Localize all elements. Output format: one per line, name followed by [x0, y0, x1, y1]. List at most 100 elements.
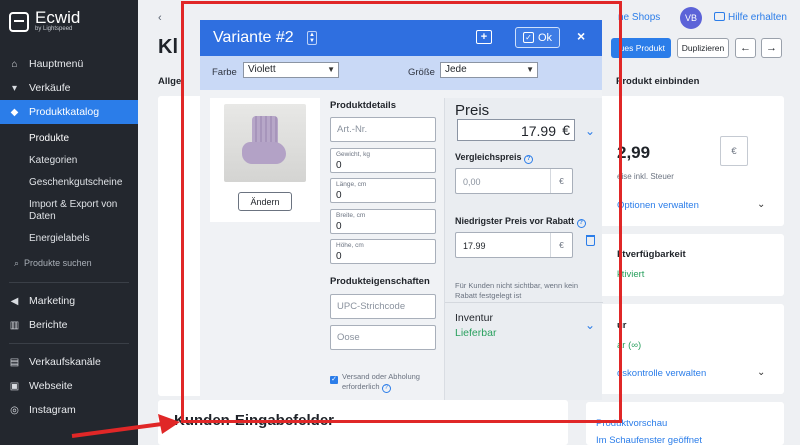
height-input[interactable]: Höhe, cm 0: [330, 239, 436, 264]
change-image-button[interactable]: Ändern: [238, 192, 292, 211]
chevron-down-icon[interactable]: ⌄: [757, 199, 765, 210]
subnav-item-kategorien[interactable]: Kategorien: [29, 150, 138, 172]
divider: [445, 302, 603, 303]
lowest-price-currency: €: [550, 233, 572, 257]
length-label: Länge, cm: [336, 181, 367, 188]
logo-name: Ecwid: [35, 8, 81, 27]
price-input[interactable]: 17.99 €: [457, 119, 575, 141]
sidebar-item-label: Marketing: [29, 295, 76, 307]
sidebar-item-berichte[interactable]: ▥ Berichte: [0, 313, 138, 337]
home-icon: ⌂: [11, 58, 18, 70]
duplicate-button[interactable]: Duplizieren: [677, 38, 729, 58]
cart-icon: ▾: [11, 82, 18, 94]
variant-stepper[interactable]: ▲ ▼: [307, 31, 317, 45]
chevron-down-icon[interactable]: ⌄: [757, 367, 765, 378]
check-icon: ✓: [522, 32, 534, 43]
close-icon[interactable]: ×: [577, 28, 585, 44]
height-label: Höhe, cm: [336, 242, 364, 249]
ecwid-logo[interactable]: Ecwid by Lightspeed: [9, 8, 81, 33]
price-title: Preis: [455, 102, 490, 119]
help-icon[interactable]: ?: [576, 219, 586, 228]
length-value: 0: [336, 190, 342, 201]
dialog-header: Variante #2 ▲ ▼ + ✓ Ok ×: [200, 20, 602, 56]
prev-product-button[interactable]: ←: [735, 38, 756, 58]
lowest-price-input[interactable]: 17.99 €: [455, 232, 573, 258]
help-link[interactable]: Hilfe erhalten: [714, 12, 787, 23]
tag-icon: ◆: [10, 106, 19, 118]
chevron-down-icon[interactable]: ⌄: [585, 318, 595, 332]
arrow-shaft: [71, 422, 163, 438]
length-input[interactable]: Länge, cm 0: [330, 178, 436, 203]
compare-price-input[interactable]: 0,00 €: [455, 168, 573, 194]
attribute-input[interactable]: Oose: [330, 325, 436, 350]
price-value: 17.99: [520, 123, 556, 139]
arrow-right-icon: →: [766, 42, 777, 54]
subnav-item-import-export[interactable]: Import & Export von Daten: [29, 194, 138, 228]
manage-options-link[interactable]: Optionen verwalten: [617, 200, 699, 211]
new-product-button[interactable]: ues Produkt: [611, 38, 671, 58]
product-preview-link[interactable]: Produktvorschau: [596, 418, 667, 429]
size-select-value: Jede: [445, 64, 467, 75]
color-select-value: Violett: [248, 64, 276, 75]
sidebar-item-marketing[interactable]: ◀ Marketing: [0, 289, 138, 313]
tab-embed-product[interactable]: Produkt einbinden: [616, 76, 699, 87]
price-summary: 2,99: [617, 143, 651, 162]
back-icon[interactable]: ‹: [158, 12, 162, 24]
ok-button[interactable]: ✓ Ok: [515, 27, 560, 48]
sidebar-item-hauptmenu[interactable]: ⌂ Hauptmenü: [0, 52, 138, 76]
height-value: 0: [336, 251, 342, 262]
price-panel: Preis 17.99 € ⌄ Vergleichspreis ? 0,00 €…: [444, 98, 603, 400]
sidebar-item-verkaufskanale[interactable]: ▤ Verkaufskanäle: [0, 350, 138, 374]
help-icon[interactable]: ?: [524, 155, 534, 164]
help-icon[interactable]: ?: [381, 384, 391, 393]
sku-input[interactable]: Art.-Nr.: [330, 117, 436, 142]
sidebar-item-produktkatalog[interactable]: ◆ Produktkatalog: [0, 100, 138, 124]
next-product-button[interactable]: →: [761, 38, 782, 58]
stock-control-link[interactable]: dskontrolle verwalten: [617, 368, 706, 379]
size-select[interactable]: Jede ▼: [440, 62, 538, 78]
shops-link[interactable]: ne Shops: [618, 12, 660, 23]
arrow-head: [158, 414, 180, 434]
subnav-item-geschenkgutscheine[interactable]: Geschenkgutscheine: [29, 172, 138, 194]
compare-price-currency: €: [550, 169, 572, 193]
avatar[interactable]: VB: [680, 7, 702, 29]
divider: [9, 282, 129, 283]
availability-value: ktiviert: [617, 269, 645, 280]
shipping-checkbox[interactable]: ✓: [330, 376, 338, 384]
logo-sub: by Lightspeed: [35, 26, 73, 32]
stock-value: ar (∞): [617, 340, 642, 351]
price-currency: €: [562, 122, 570, 138]
subnav-item-produkte[interactable]: Produkte: [29, 128, 138, 150]
tab-general[interactable]: Allge: [158, 76, 181, 87]
sidebar-item-label: Webseite: [29, 380, 73, 392]
chart-icon: ▥: [9, 319, 20, 331]
sidebar-item-verkaufe[interactable]: ▾ Verkäufe: [0, 76, 138, 100]
variant-dialog: Variante #2 ▲ ▼ + ✓ Ok × Farbe Violett ▼ Gr…: [200, 20, 603, 400]
width-input[interactable]: Breite, cm 0: [330, 209, 436, 234]
add-image-icon[interactable]: +: [476, 30, 492, 44]
product-image: [224, 104, 306, 182]
upc-placeholder: UPC-Strichcode: [337, 301, 406, 312]
chevron-down-icon[interactable]: ⌄: [585, 124, 595, 138]
chat-icon: [714, 12, 725, 21]
color-select[interactable]: Violett ▼: [243, 62, 339, 78]
stock-title: ur: [617, 320, 627, 331]
availability-card: [586, 234, 784, 296]
sidebar-item-webseite[interactable]: ▣ Webseite: [0, 374, 138, 398]
inventory-title: Inventur: [455, 312, 493, 324]
storefront-link[interactable]: Im Schaufenster geöffnet: [596, 435, 702, 445]
subnav-item-energielabels[interactable]: Energielabels: [29, 228, 138, 250]
catalog-subnav: Produkte Kategorien Geschenkgutscheine I…: [0, 124, 138, 250]
sidebar-item-label: Verkäufe: [29, 82, 71, 94]
lowest-price-label: Niedrigster Preis vor Rabatt ?: [455, 216, 586, 228]
variant-image-panel: Ändern: [210, 98, 320, 222]
help-label: Hilfe erhalten: [728, 12, 787, 23]
sidebar-nav: ⌂ Hauptmenü ▾ Verkäufe ◆ Produktkatalog …: [0, 52, 138, 422]
upc-input[interactable]: UPC-Strichcode: [330, 294, 436, 319]
trash-icon[interactable]: [586, 235, 595, 246]
sidebar: Ecwid by Lightspeed ⌂ Hauptmenü ▾ Verkäu…: [0, 0, 138, 445]
price-currency: €: [720, 136, 748, 166]
product-search[interactable]: ⌕ Produkte suchen: [0, 250, 138, 276]
color-label: Farbe: [212, 67, 237, 78]
weight-input[interactable]: Gewicht, kg 0: [330, 148, 436, 173]
